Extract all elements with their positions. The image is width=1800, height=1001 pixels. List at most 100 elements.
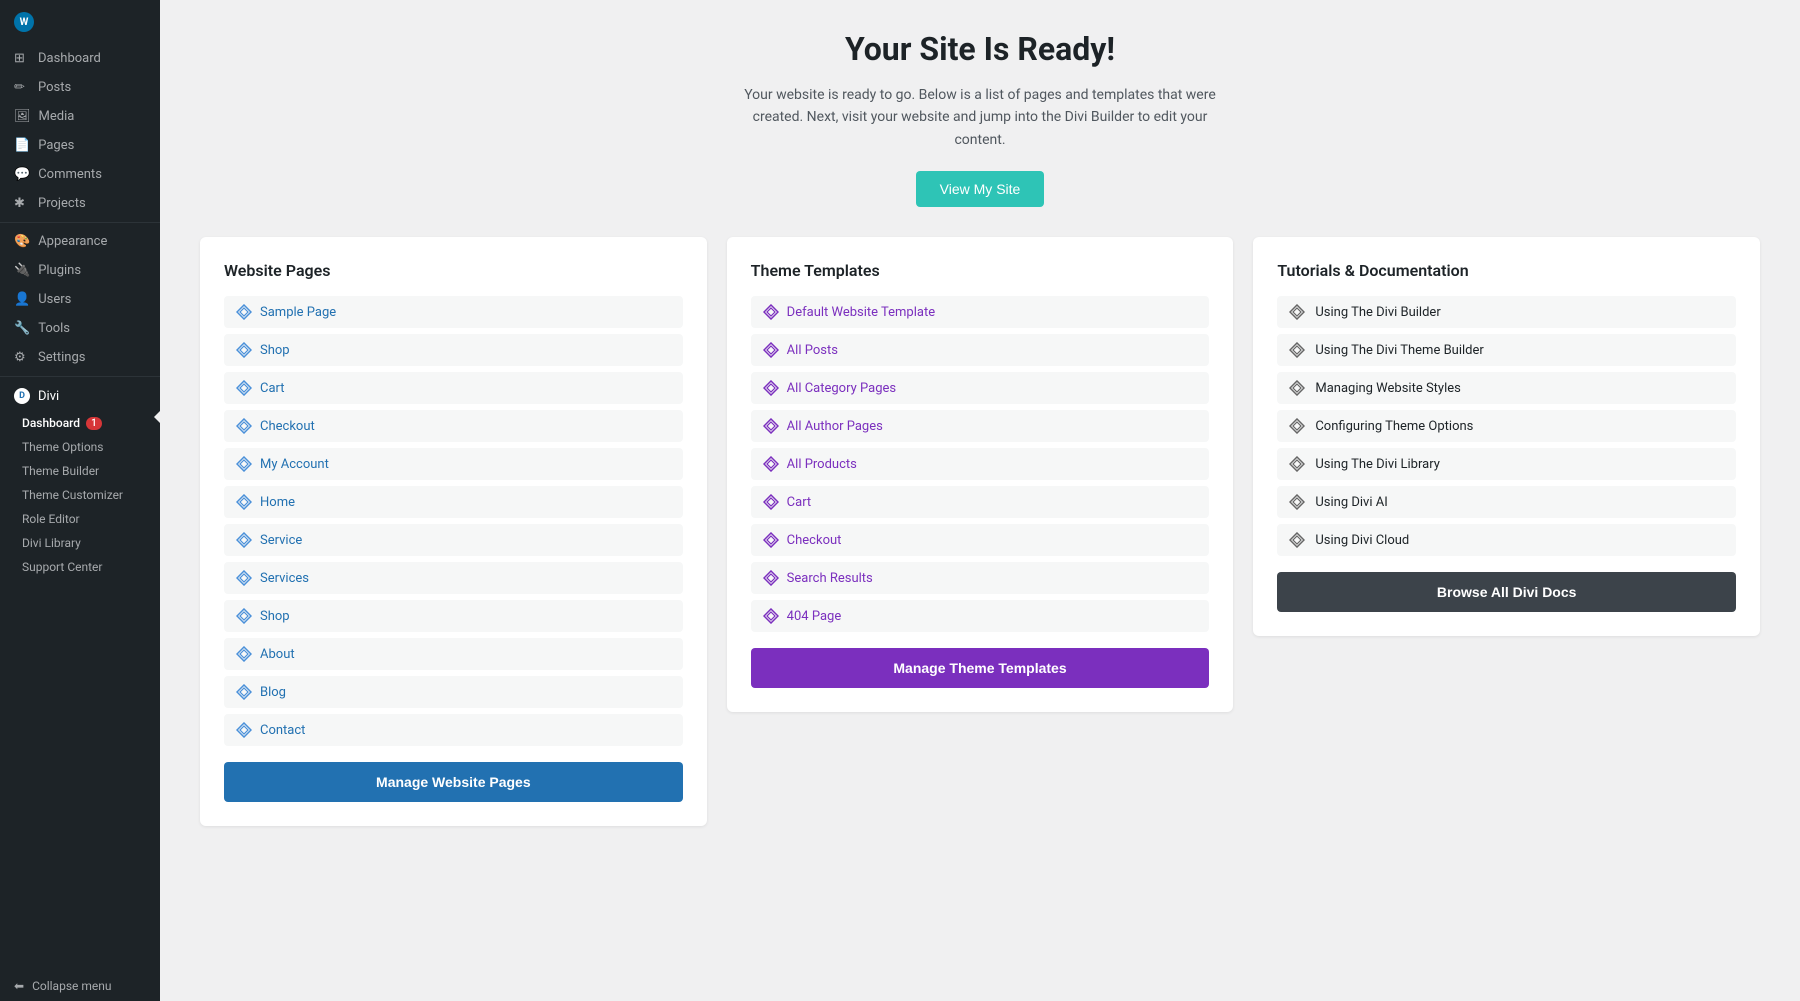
website-page-link[interactable]: Shop [260,609,290,624]
website-page-link[interactable]: About [260,647,295,662]
sub-item-theme-options[interactable]: Theme Options [0,435,160,459]
website-page-link[interactable]: Services [260,571,309,586]
collapse-icon: ⬅ [14,979,24,993]
tutorial-item-label: Configuring Theme Options [1315,419,1473,434]
theme-template-link[interactable]: All Products [787,457,857,472]
theme-template-item[interactable]: 404 Page [751,600,1210,632]
manage-website-pages-button[interactable]: Manage Website Pages [224,762,683,802]
theme-template-link[interactable]: Cart [787,495,812,510]
theme-template-link[interactable]: Search Results [787,571,873,586]
theme-template-item[interactable]: All Posts [751,334,1210,366]
sidebar-media-label: Media [39,109,75,124]
website-page-item[interactable]: Checkout [224,410,683,442]
theme-template-item[interactable]: Cart [751,486,1210,518]
tutorial-item-label: Using The Divi Library [1315,457,1440,472]
sidebar-dashboard-label: Dashboard [38,51,101,66]
divi-menu-item[interactable]: D Divi [0,381,160,411]
website-page-item[interactable]: About [224,638,683,670]
theme-template-item[interactable]: All Category Pages [751,372,1210,404]
website-page-link[interactable]: Service [260,533,302,548]
manage-theme-templates-button[interactable]: Manage Theme Templates [751,648,1210,688]
theme-template-link[interactable]: Default Website Template [787,305,935,320]
pages-icon: 📄 [14,138,30,153]
website-pages-title: Website Pages [224,261,683,280]
divi-label[interactable]: D Divi [0,381,160,411]
theme-template-link[interactable]: Checkout [787,533,842,548]
sub-role-editor-label: Role Editor [22,512,80,526]
website-page-item[interactable]: Home [224,486,683,518]
tutorial-item[interactable]: Using Divi Cloud [1277,524,1736,556]
theme-template-link[interactable]: 404 Page [787,609,842,624]
tutorial-item-label: Using Divi Cloud [1315,533,1409,548]
website-page-item[interactable]: Shop [224,600,683,632]
website-page-item[interactable]: Blog [224,676,683,708]
browse-all-docs-button[interactable]: Browse All Divi Docs [1277,572,1736,612]
sidebar-arrow [154,411,160,423]
theme-template-item[interactable]: All Products [751,448,1210,480]
sidebar-item-tools[interactable]: 🔧 Tools [0,314,160,343]
theme-templates-list: Default Website Template All Posts All C… [751,296,1210,632]
website-page-link[interactable]: Checkout [260,419,315,434]
tutorial-item[interactable]: Managing Website Styles [1277,372,1736,404]
website-page-item[interactable]: Services [224,562,683,594]
view-site-button[interactable]: View My Site [916,171,1045,207]
tutorial-item-label: Using The Divi Theme Builder [1315,343,1483,358]
theme-template-item[interactable]: Default Website Template [751,296,1210,328]
tutorials-title: Tutorials & Documentation [1277,261,1736,280]
theme-template-item[interactable]: All Author Pages [751,410,1210,442]
sub-item-role-editor[interactable]: Role Editor [0,507,160,531]
tutorials-list: Using The Divi Builder Using The Divi Th… [1277,296,1736,556]
tools-icon: 🔧 [14,321,30,336]
website-page-link[interactable]: My Account [260,457,329,472]
website-page-item[interactable]: Cart [224,372,683,404]
website-page-link[interactable]: Cart [260,381,285,396]
sub-item-divi-library[interactable]: Divi Library [0,531,160,555]
theme-template-link[interactable]: All Posts [787,343,838,358]
theme-template-item[interactable]: Checkout [751,524,1210,556]
divi-sub-menu: Dashboard 1 Theme Options Theme Builder … [0,411,160,579]
dashboard-icon: ⊞ [14,51,30,66]
website-page-item[interactable]: My Account [224,448,683,480]
sub-item-theme-customizer[interactable]: Theme Customizer [0,483,160,507]
sidebar-item-settings[interactable]: ⚙ Settings [0,343,160,372]
sub-item-dashboard[interactable]: Dashboard 1 [0,411,160,435]
website-page-link[interactable]: Contact [260,723,305,738]
users-icon: 👤 [14,292,30,307]
tutorial-item[interactable]: Using Divi AI [1277,486,1736,518]
website-pages-card: Website Pages Sample Page Shop Cart Chec… [200,237,707,826]
page-header: Your Site Is Ready! Your website is read… [200,30,1760,207]
tutorial-item[interactable]: Using The Divi Theme Builder [1277,334,1736,366]
collapse-menu-button[interactable]: ⬅ Collapse menu [0,971,160,1001]
website-page-item[interactable]: Shop [224,334,683,366]
sidebar-item-dashboard[interactable]: ⊞ Dashboard [0,44,160,73]
tutorial-item-label: Managing Website Styles [1315,381,1461,396]
website-page-link[interactable]: Sample Page [260,305,336,320]
sidebar-item-plugins[interactable]: 🔌 Plugins [0,256,160,285]
website-page-link[interactable]: Blog [260,685,286,700]
theme-template-link[interactable]: All Category Pages [787,381,896,396]
theme-templates-card: Theme Templates Default Website Template… [727,237,1234,712]
sidebar-item-media[interactable]: 🖼 Media [0,102,160,131]
theme-template-item[interactable]: Search Results [751,562,1210,594]
sidebar-item-projects[interactable]: ✱ Projects [0,189,160,218]
website-page-item[interactable]: Service [224,524,683,556]
page-subtitle: Your website is ready to go. Below is a … [740,84,1220,151]
sidebar-item-appearance[interactable]: 🎨 Appearance [0,227,160,256]
website-page-link[interactable]: Shop [260,343,290,358]
sidebar-item-comments[interactable]: 💬 Comments [0,160,160,189]
sidebar-item-posts[interactable]: ✏ Posts [0,73,160,102]
sidebar-item-users[interactable]: 👤 Users [0,285,160,314]
sub-item-theme-builder[interactable]: Theme Builder [0,459,160,483]
tutorial-item[interactable]: Using The Divi Library [1277,448,1736,480]
website-page-item[interactable]: Contact [224,714,683,746]
theme-template-link[interactable]: All Author Pages [787,419,883,434]
website-page-link[interactable]: Home [260,495,295,510]
website-page-item[interactable]: Sample Page [224,296,683,328]
tutorial-item[interactable]: Using The Divi Builder [1277,296,1736,328]
sub-item-support-center[interactable]: Support Center [0,555,160,579]
sub-theme-customizer-label: Theme Customizer [22,488,123,502]
comments-icon: 💬 [14,167,30,182]
tutorial-item[interactable]: Configuring Theme Options [1277,410,1736,442]
sidebar-item-pages[interactable]: 📄 Pages [0,131,160,160]
sidebar-plugins-label: Plugins [38,263,81,278]
